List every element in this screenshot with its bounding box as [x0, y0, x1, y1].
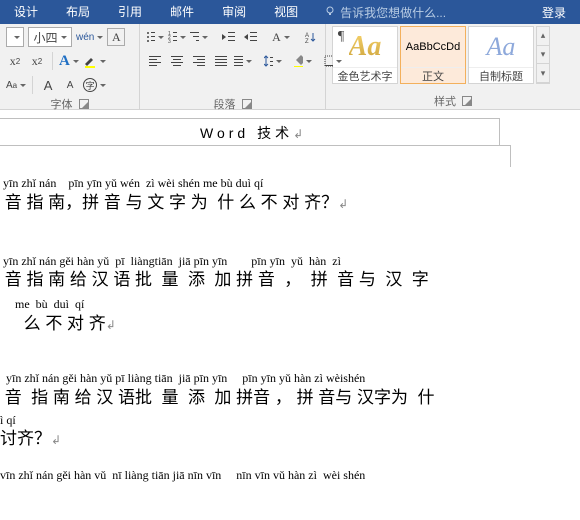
font-size-dropdown[interactable]: 小四 — [28, 27, 72, 47]
ribbon-tabs: 设计 布局 引用 邮件 审阅 视图 告诉我您想做什么... 登录 — [0, 0, 580, 24]
lightbulb-icon — [324, 5, 336, 20]
doc-title: Word 技术↲ — [200, 123, 307, 143]
style-tile-normal[interactable]: AaBbCcDd正文 — [400, 26, 466, 84]
show-marks-button[interactable]: ¶ — [332, 27, 350, 47]
line-spacing-button[interactable] — [264, 51, 282, 71]
font-family-dropdown[interactable] — [6, 27, 24, 47]
align-justify-button[interactable] — [212, 51, 230, 71]
tab-view[interactable]: 视图 — [260, 0, 312, 24]
numbering-button[interactable]: 123 — [168, 27, 186, 47]
phonetic-guide-button[interactable]: wén — [76, 27, 103, 47]
style-scroll-up[interactable]: ▴ — [537, 27, 549, 46]
tab-references[interactable]: 引用 — [104, 0, 156, 24]
shading-button[interactable] — [294, 51, 312, 71]
style-scroll-more[interactable]: ▾ — [537, 64, 549, 83]
tell-me-search[interactable]: 告诉我您想做什么... — [312, 4, 446, 21]
multilevel-list-button[interactable] — [190, 27, 208, 47]
hanzi-text: 音 指 南 给 汉 语批 量 添 加 拼音 ， 拼 音与 汉字为 什 — [0, 387, 580, 409]
align-center-button[interactable] — [168, 51, 186, 71]
text-effects-button[interactable]: A — [59, 51, 79, 71]
paragraph-2: yīn zhǐ nán gěi hàn yǔ pī liàngtiān jiā … — [0, 254, 580, 335]
styles-group-label: 样式 — [434, 93, 456, 109]
svg-text:3: 3 — [168, 39, 171, 43]
ribbon: 小四 wén A x2 x2 A Aa A A 字 字体 — [0, 24, 580, 110]
enclose-characters-button[interactable]: 字 — [83, 75, 106, 95]
pinyin-text: ì qí — [0, 413, 580, 429]
style-gallery-scroll: ▴ ▾ ▾ — [536, 26, 550, 84]
sort-button[interactable]: AZ — [302, 27, 320, 47]
hanzi-text: 么 不 对 齐↲ — [0, 313, 580, 335]
paragraph-group: 123 A AZ ¶ — [140, 24, 326, 109]
borders-button[interactable] — [324, 51, 342, 71]
title-frame: Word 技术↲ — [0, 118, 500, 146]
font-dialog-launcher[interactable] — [79, 99, 89, 109]
decrease-indent-button[interactable] — [220, 27, 238, 47]
paragraph-dialog-launcher[interactable] — [242, 99, 252, 109]
grow-font-button[interactable]: Aa — [6, 75, 26, 95]
shrink-font-button[interactable]: A — [61, 75, 79, 95]
style-name: 自制标题 — [469, 67, 533, 83]
hanzi-text: 音 指 南 给 汉 语 批 量 添 加 拼 音 ， 拼 音 与 汉 字 — [0, 269, 580, 291]
superscript-button[interactable]: x2 — [28, 51, 46, 71]
asian-layout-button[interactable]: A — [39, 75, 57, 95]
subscript-button[interactable]: x2 — [6, 51, 24, 71]
pinyin-text: yīn zhǐ nán pīn yīn yǔ wén zì wèi shén m… — [0, 176, 580, 192]
style-name: 金色艺术字 — [333, 67, 397, 83]
paragraph-4: vīn zhǐ nán gěi hàn vǔ nī liàng tiān jiā… — [0, 468, 580, 484]
svg-text:Z: Z — [305, 39, 309, 43]
bullets-button[interactable] — [146, 27, 164, 47]
align-right-button[interactable] — [190, 51, 208, 71]
tab-design[interactable]: 设计 — [0, 0, 52, 24]
increase-indent-button[interactable] — [242, 27, 260, 47]
tell-me-label: 告诉我您想做什么... — [340, 4, 446, 21]
paragraph-3: yīn zhǐ nán gěi hàn yǔ pī liàng tiān jiā… — [0, 371, 580, 450]
style-name: 正文 — [401, 67, 465, 83]
font-group: 小四 wén A x2 x2 A Aa A A 字 字体 — [0, 24, 140, 109]
highlight-icon — [83, 54, 97, 68]
styles-dialog-launcher[interactable] — [462, 96, 472, 106]
styles-group: Aa金色艺术字 AaBbCcDd正文 Aa自制标题 ▴ ▾ ▾ 样式 — [326, 24, 580, 109]
asian-text-button[interactable]: A — [272, 27, 290, 47]
hanzi-text: 音 指 南，拼 音 与 文 字 为 什 么 不 对 齐？↲ — [0, 192, 580, 214]
login-button[interactable]: 登录 — [528, 4, 580, 21]
hanzi-text: 讨齐？↲ — [0, 428, 580, 450]
align-left-button[interactable] — [146, 51, 164, 71]
pinyin-text: yīn zhǐ nán gěi hàn yǔ pī liàngtiān jiā … — [0, 254, 580, 270]
paragraph-1: yīn zhǐ nán pīn yīn yǔ wén zì wèi shén m… — [0, 176, 580, 214]
tab-layout[interactable]: 布局 — [52, 0, 104, 24]
pinyin-text: me bù duì qí — [0, 297, 580, 313]
highlight-button[interactable] — [83, 51, 106, 71]
align-distributed-button[interactable] — [234, 51, 252, 71]
document-area[interactable]: Word 技术↲ yīn zhǐ nán pīn yīn yǔ wén zì w… — [0, 110, 580, 520]
tab-mailings[interactable]: 邮件 — [156, 0, 208, 24]
character-border-button[interactable]: A — [107, 27, 125, 47]
style-tile-custom[interactable]: Aa自制标题 — [468, 26, 534, 84]
pinyin-text: yīn zhǐ nán gěi hàn yǔ pī liàng tiān jiā… — [0, 371, 580, 387]
tab-review[interactable]: 审阅 — [208, 0, 260, 24]
style-scroll-down[interactable]: ▾ — [537, 46, 549, 65]
pinyin-text: vīn zhǐ nán gěi hàn vǔ nī liàng tiān jiā… — [0, 468, 580, 484]
